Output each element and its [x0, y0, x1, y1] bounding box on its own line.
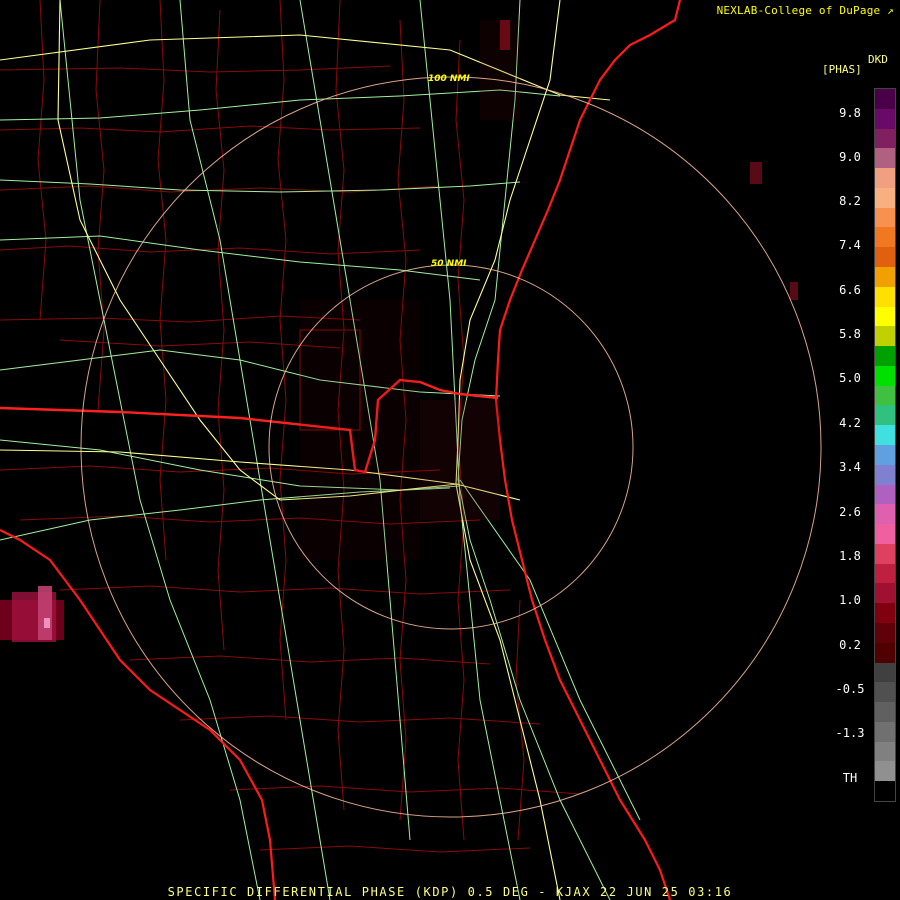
color-scale-swatch — [875, 326, 895, 347]
color-scale-swatch — [875, 761, 895, 782]
color-scale-swatch — [875, 702, 895, 723]
nexlab-credit[interactable]: NEXLAB-College of DuPage ↗ — [717, 4, 894, 17]
legend-tick: -1.3 — [835, 726, 865, 740]
color-scale-swatch — [875, 385, 895, 406]
color-scale-swatch — [875, 365, 895, 386]
range-label-50-nmi: 50 NMI — [431, 259, 467, 269]
color-scale-swatch — [875, 306, 895, 327]
color-scale-swatch — [875, 741, 895, 762]
legend-tick: 2.6 — [839, 505, 861, 519]
legend-product: DKD — [868, 53, 888, 66]
color-scale-swatch — [875, 108, 895, 129]
color-scale-swatch — [875, 642, 895, 663]
color-scale-swatch — [875, 543, 895, 564]
color-scale-swatch — [875, 148, 895, 169]
external-link-icon: ↗ — [887, 4, 894, 17]
color-scale-swatch — [875, 168, 895, 189]
color-scale-swatch — [875, 484, 895, 505]
color-scale-swatch — [875, 405, 895, 426]
color-scale-swatch — [875, 504, 895, 525]
radar-map — [0, 0, 900, 900]
color-scale-swatch — [875, 721, 895, 742]
legend-tick: 8.2 — [839, 194, 861, 208]
color-scale-swatch — [875, 227, 895, 248]
color-scale-swatch — [875, 524, 895, 545]
color-scale-swatch — [875, 207, 895, 228]
legend-tick: 0.2 — [839, 638, 861, 652]
legend-tick: 5.0 — [839, 371, 861, 385]
color-scale-swatch — [875, 128, 895, 149]
legend-tick: 1.0 — [839, 593, 861, 607]
color-scale-swatch — [875, 603, 895, 624]
legend-tick: -0.5 — [835, 682, 865, 696]
color-scale-swatch — [875, 464, 895, 485]
color-scale-swatch — [875, 346, 895, 367]
color-scale-swatch — [875, 583, 895, 604]
legend-tick: 7.4 — [839, 238, 861, 252]
range-label-100-nmi: 100 NMI — [428, 74, 470, 84]
color-scale-swatch — [875, 89, 895, 109]
legend-tick: 5.8 — [839, 327, 861, 341]
legend-tick: 9.0 — [839, 150, 861, 164]
color-scale-swatch — [875, 425, 895, 446]
color-scale-swatch — [875, 187, 895, 208]
legend-tick: 9.8 — [839, 106, 861, 120]
product-label: SPECIFIC DIFFERENTIAL PHASE (KDP) 0.5 DE… — [167, 885, 733, 899]
legend-tick: 1.8 — [839, 549, 861, 563]
color-scale-swatch — [875, 286, 895, 307]
legend-tick: 6.6 — [839, 283, 861, 297]
legend-tick: 3.4 — [839, 460, 861, 474]
color-scale-swatch — [875, 682, 895, 703]
legend-tick: TH — [842, 771, 858, 785]
color-scale-swatch — [875, 247, 895, 268]
legend-tick: 4.2 — [839, 416, 861, 430]
color-scale-swatch — [875, 563, 895, 584]
color-scale-swatch — [875, 662, 895, 683]
legend-units: [PHAS] — [822, 63, 862, 76]
color-scale-swatch — [875, 781, 895, 802]
color-scale-swatch — [875, 623, 895, 643]
credit-text: NEXLAB-College of DuPage — [716, 4, 881, 17]
color-scale-swatch — [875, 445, 895, 465]
color-scale — [874, 88, 896, 802]
color-scale-swatch — [875, 267, 895, 287]
